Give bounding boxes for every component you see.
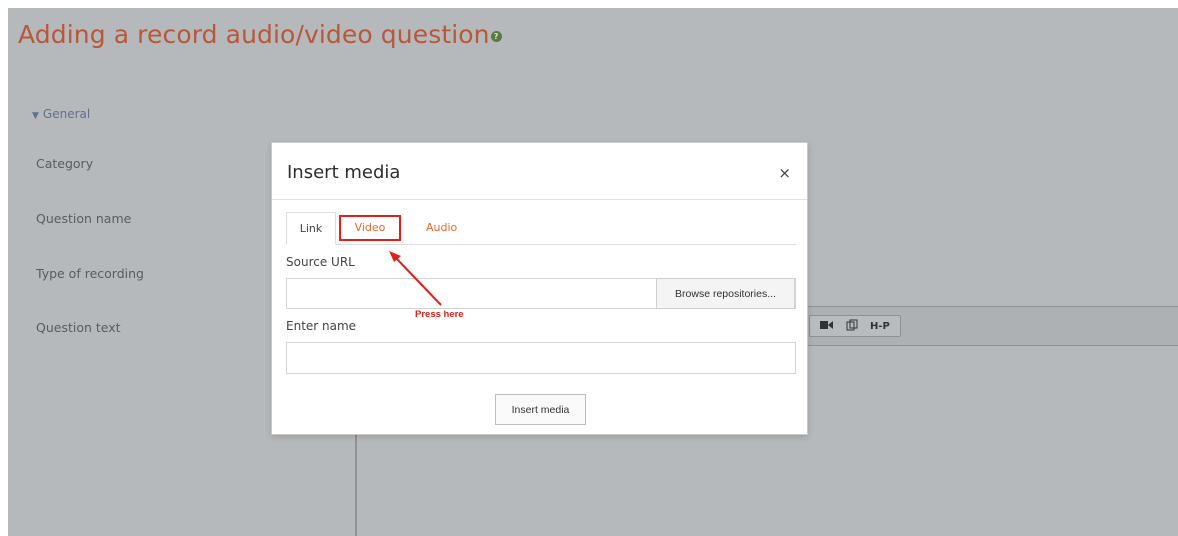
- caret-down-icon: ▼: [32, 111, 39, 121]
- page-title: Adding a record audio/video question?: [18, 20, 502, 49]
- h5p-icon[interactable]: H-P: [870, 321, 890, 332]
- question-name-label: Question name: [36, 211, 132, 226]
- toolbar-group-media: H-P: [809, 315, 901, 337]
- annotation-press-here: Press here: [415, 309, 464, 320]
- insert-media-dialog: Insert media × Link Video Audio Source U…: [271, 142, 808, 435]
- tab-video[interactable]: Video: [339, 215, 401, 241]
- type-of-recording-label: Type of recording: [36, 266, 144, 281]
- enter-name-input[interactable]: [286, 342, 796, 374]
- source-url-row: Browse repositories...: [286, 278, 796, 309]
- insert-media-button[interactable]: Insert media: [495, 394, 586, 425]
- question-text-label: Question text: [36, 320, 121, 335]
- help-icon[interactable]: ?: [490, 30, 502, 42]
- close-icon[interactable]: ×: [778, 164, 791, 182]
- page-title-text: Adding a record audio/video question: [18, 20, 490, 49]
- video-icon[interactable]: [820, 320, 834, 333]
- copy-icon[interactable]: [846, 319, 858, 334]
- source-url-input[interactable]: [287, 279, 658, 308]
- media-tabs: Link Video Audio: [286, 212, 796, 245]
- section-toggle-label: General: [42, 107, 91, 121]
- section-toggle-general[interactable]: ▼ General: [32, 107, 90, 121]
- tab-audio[interactable]: Audio: [414, 212, 469, 245]
- dialog-title: Insert media: [287, 162, 401, 183]
- browse-repositories-button[interactable]: Browse repositories...: [656, 278, 795, 309]
- source-url-label: Source URL: [286, 255, 355, 269]
- category-label: Category: [36, 156, 94, 171]
- tab-link[interactable]: Link: [286, 212, 336, 245]
- dialog-header: Insert media ×: [272, 143, 807, 200]
- enter-name-label: Enter name: [286, 319, 357, 333]
